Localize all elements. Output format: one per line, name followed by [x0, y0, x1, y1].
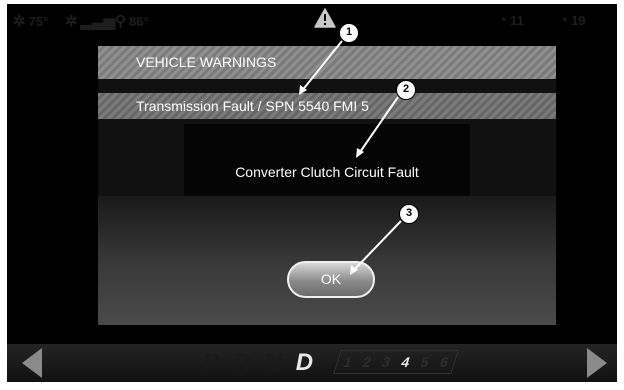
callout-number-3: 3 [399, 204, 419, 224]
callout-line-2 [357, 96, 399, 156]
callout-line-3 [351, 220, 402, 273]
display-screen: ✲ 75° ✲ ▂▃▅ ⚲ 86° ◔ 11 ◔ 19 VEHICLE WARN… [7, 4, 617, 382]
callout-number-2: 2 [396, 80, 416, 100]
callout-line-1 [300, 40, 343, 93]
callout-number-1: 1 [339, 23, 359, 43]
callout-lines [299, 40, 402, 275]
